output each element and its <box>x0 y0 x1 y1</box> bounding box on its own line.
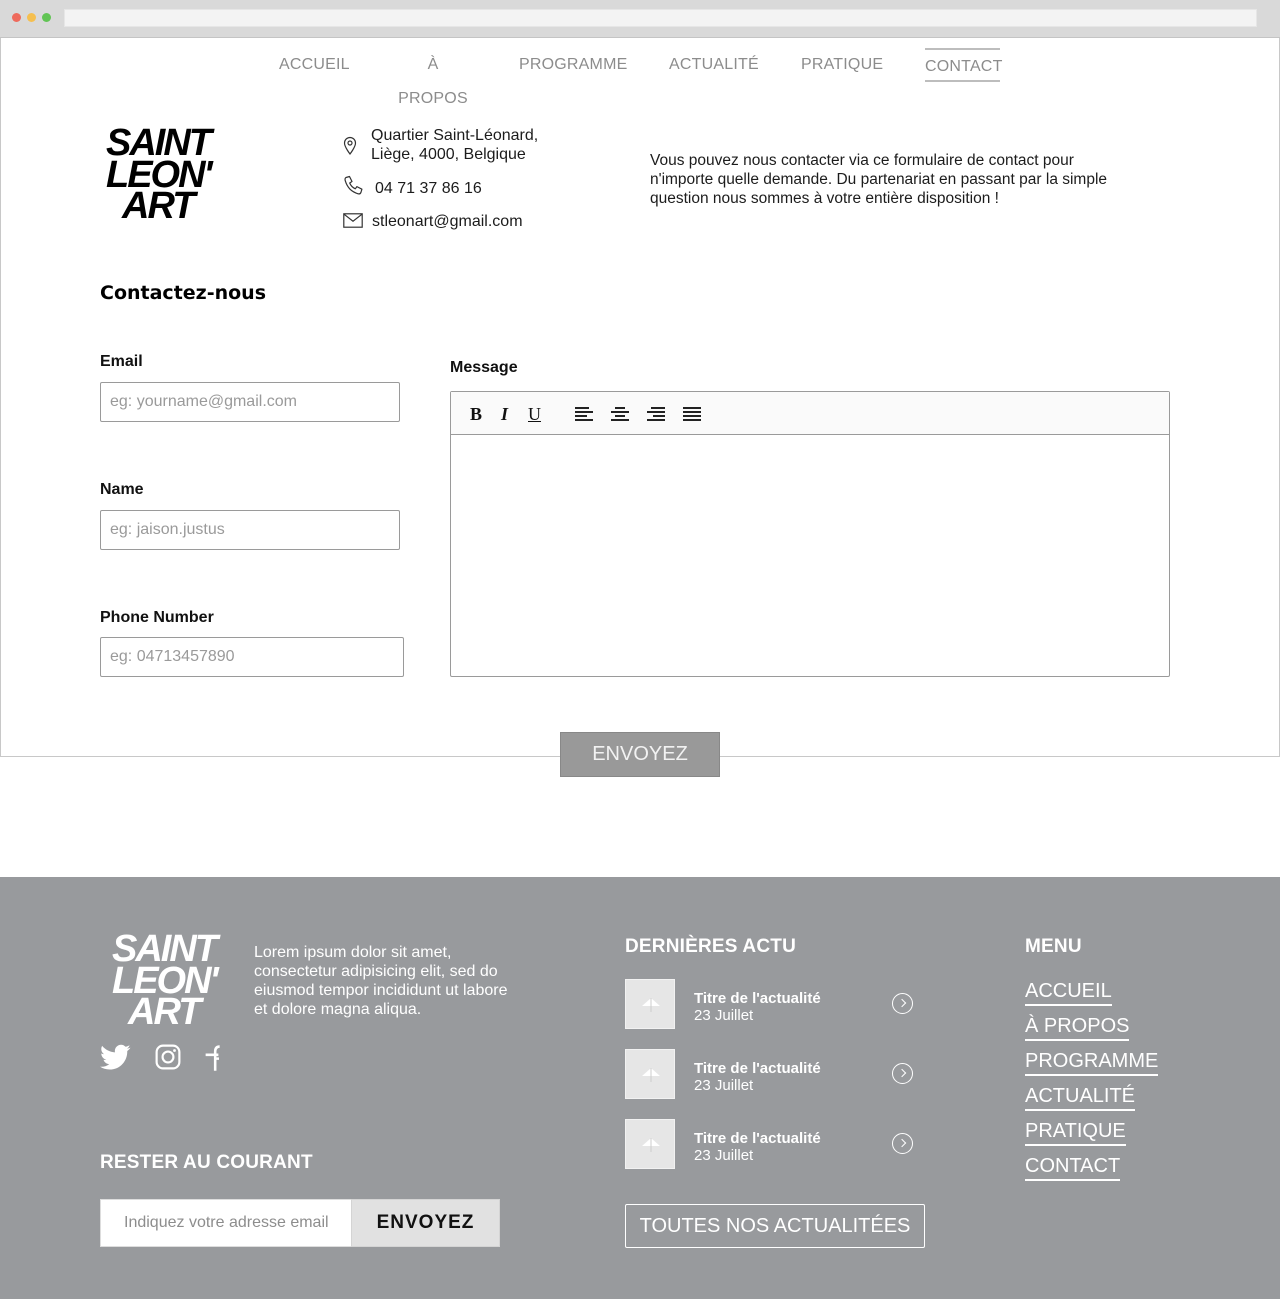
newsletter-send-button[interactable]: ENVOYEZ <box>351 1199 500 1247</box>
name-field[interactable] <box>100 510 400 550</box>
nav-item-programme[interactable]: PROGRAMME <box>519 48 627 82</box>
name-label: Name <box>100 481 144 498</box>
footer-menu-a-propos[interactable]: À PROPOS <box>1025 1015 1130 1041</box>
news-item[interactable]: Titre de l'actualité 23 Juillet <box>625 1119 925 1169</box>
italic-button[interactable]: I <box>501 404 508 425</box>
news-date: 23 Juillet <box>694 1077 754 1094</box>
contact-email[interactable]: stleonart@gmail.com <box>372 212 523 231</box>
maximize-window-dot[interactable] <box>42 13 51 22</box>
site-logo[interactable]: SAINT LEON' ART <box>106 124 213 228</box>
facebook-icon[interactable] <box>204 1044 220 1072</box>
minimize-window-dot[interactable] <box>27 13 36 22</box>
news-title: Titre de l'actualité <box>694 1130 821 1147</box>
footer-menu-programme[interactable]: PROGRAMME <box>1025 1050 1159 1076</box>
main-nav: ACCUEIL À PROPOS PROGRAMME ACTUALITÉ PRA… <box>0 48 1280 107</box>
align-center-icon[interactable] <box>611 407 629 423</box>
chevron-right-icon[interactable] <box>892 1063 913 1084</box>
footer-menu-pratique[interactable]: PRATIQUE <box>1025 1120 1126 1146</box>
footer-menu-title: MENU <box>1025 936 1082 957</box>
footer-menu-actualite[interactable]: ACTUALITÉ <box>1025 1085 1136 1111</box>
news-thumbnail <box>625 1119 675 1169</box>
footer-logo[interactable]: SAINT LEON' ART <box>112 930 219 1034</box>
nav-item-contact[interactable]: CONTACT <box>925 48 1002 82</box>
phone-number[interactable]: 04 71 37 86 16 <box>375 179 482 198</box>
email-field[interactable] <box>100 382 400 422</box>
nav-item-pratique[interactable]: PRATIQUE <box>801 48 883 82</box>
nav-item-a-propos[interactable]: À PROPOS <box>393 48 473 107</box>
message-label: Message <box>450 359 518 376</box>
nav-item-accueil[interactable]: ACCUEIL <box>279 48 350 82</box>
email-label: Email <box>100 353 143 370</box>
browser-chrome <box>0 0 1280 38</box>
editor-toolbar: B I U <box>451 392 1169 435</box>
logo-line: ART <box>122 185 195 228</box>
news-section-title: DERNIÈRES ACTU <box>625 936 796 957</box>
nav-item-actualite[interactable]: ACTUALITÉ <box>669 48 759 82</box>
map-pin-icon <box>343 136 357 155</box>
mail-icon <box>343 213 363 228</box>
address: Quartier Saint-Léonard, Liège, 4000, Bel… <box>371 126 538 164</box>
phone-field[interactable] <box>100 637 404 677</box>
align-right-icon[interactable] <box>647 407 665 423</box>
newsletter-title: RESTER AU COURANT <box>100 1152 313 1173</box>
bold-button[interactable]: B <box>470 404 482 425</box>
newsletter-email-input[interactable] <box>100 1199 351 1247</box>
all-news-button[interactable]: TOUTES NOS ACTUALITÉES <box>625 1204 925 1248</box>
news-thumbnail <box>625 979 675 1029</box>
contact-intro: Vous pouvez nous contacter via ce formul… <box>650 152 1108 207</box>
underline-button[interactable]: U <box>528 404 541 425</box>
footer-menu-contact[interactable]: CONTACT <box>1025 1155 1121 1181</box>
twitter-icon[interactable] <box>100 1044 131 1071</box>
align-left-icon[interactable] <box>575 407 593 423</box>
logo-line: ART <box>128 991 201 1034</box>
news-item[interactable]: Titre de l'actualité 23 Juillet <box>625 1049 925 1099</box>
footer-description: Lorem ipsum dolor sit amet, consectetur … <box>254 944 508 1018</box>
chevron-right-icon[interactable] <box>892 1133 913 1154</box>
form-title: Contactez-nous <box>100 282 267 304</box>
phone-icon <box>344 175 363 195</box>
message-editor[interactable]: B I U <box>450 391 1170 677</box>
send-button[interactable]: ENVOYEZ <box>560 732 720 777</box>
news-thumbnail <box>625 1049 675 1099</box>
phone-label: Phone Number <box>100 609 214 626</box>
close-window-dot[interactable] <box>12 13 21 22</box>
news-item[interactable]: Titre de l'actualité 23 Juillet <box>625 979 925 1029</box>
instagram-icon[interactable] <box>155 1044 181 1070</box>
news-date: 23 Juillet <box>694 1147 754 1164</box>
address-line-1: Quartier Saint-Léonard, <box>371 127 539 144</box>
align-justify-icon[interactable] <box>683 407 701 423</box>
address-line-2: Liège, 4000, Belgique <box>371 146 526 163</box>
address-bar[interactable] <box>64 9 1257 27</box>
news-title: Titre de l'actualité <box>694 1060 821 1077</box>
chevron-right-icon[interactable] <box>892 993 913 1014</box>
news-date: 23 Juillet <box>694 1007 754 1024</box>
footer-menu-accueil[interactable]: ACCUEIL <box>1025 980 1112 1006</box>
news-title: Titre de l'actualité <box>694 990 821 1007</box>
